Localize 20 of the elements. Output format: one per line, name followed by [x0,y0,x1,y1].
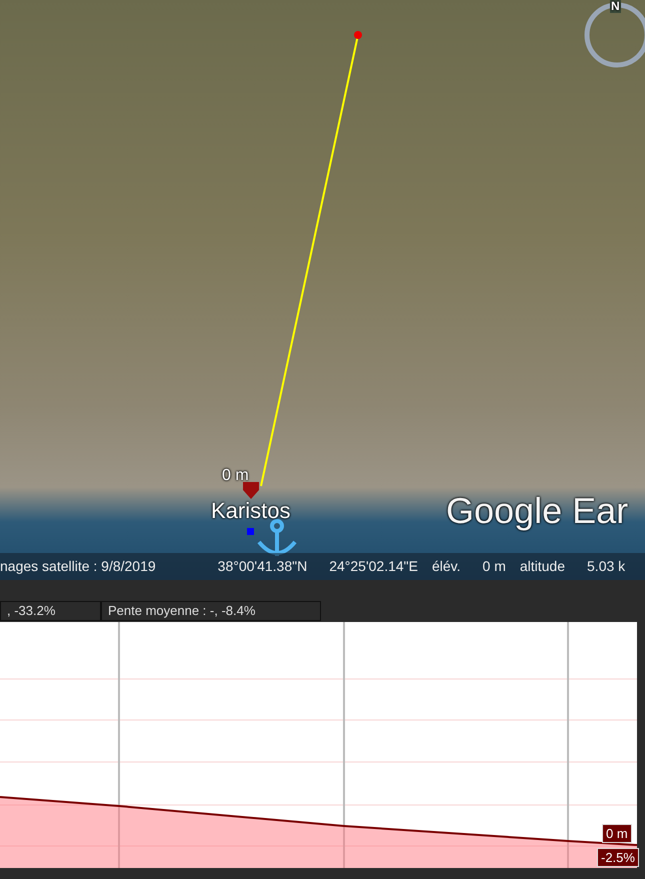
start-marker [247,528,254,535]
logo-text: Google Ear [446,489,628,533]
elevation-label: élév. [432,557,461,576]
slope-stat: , -33.2% [0,601,101,621]
imagery-date: nages satellite : 9/8/2019 [0,557,156,576]
endpoint-marker [354,31,362,39]
longitude-value: 24°25'02.14"E [329,557,418,576]
distance-label: 0 m [222,466,249,486]
altitude-label: altitude [520,557,566,576]
compass-label[interactable]: N [610,0,621,13]
satellite-map-photo[interactable] [0,0,645,580]
anchor-icon[interactable] [258,519,296,556]
slope-stat: Pente moyenne : -, -8.4% [101,601,321,621]
elevation-value: 0 m [482,557,506,576]
altitude-value: 5.03 k [587,557,626,576]
latitude-value: 38°00'41.38"N [218,557,308,576]
placemark-icon[interactable] [243,482,259,499]
elevation-marker: 0 m [602,824,632,843]
place-label: Karistos [211,498,290,524]
slope-marker: -2.5% [597,848,639,867]
